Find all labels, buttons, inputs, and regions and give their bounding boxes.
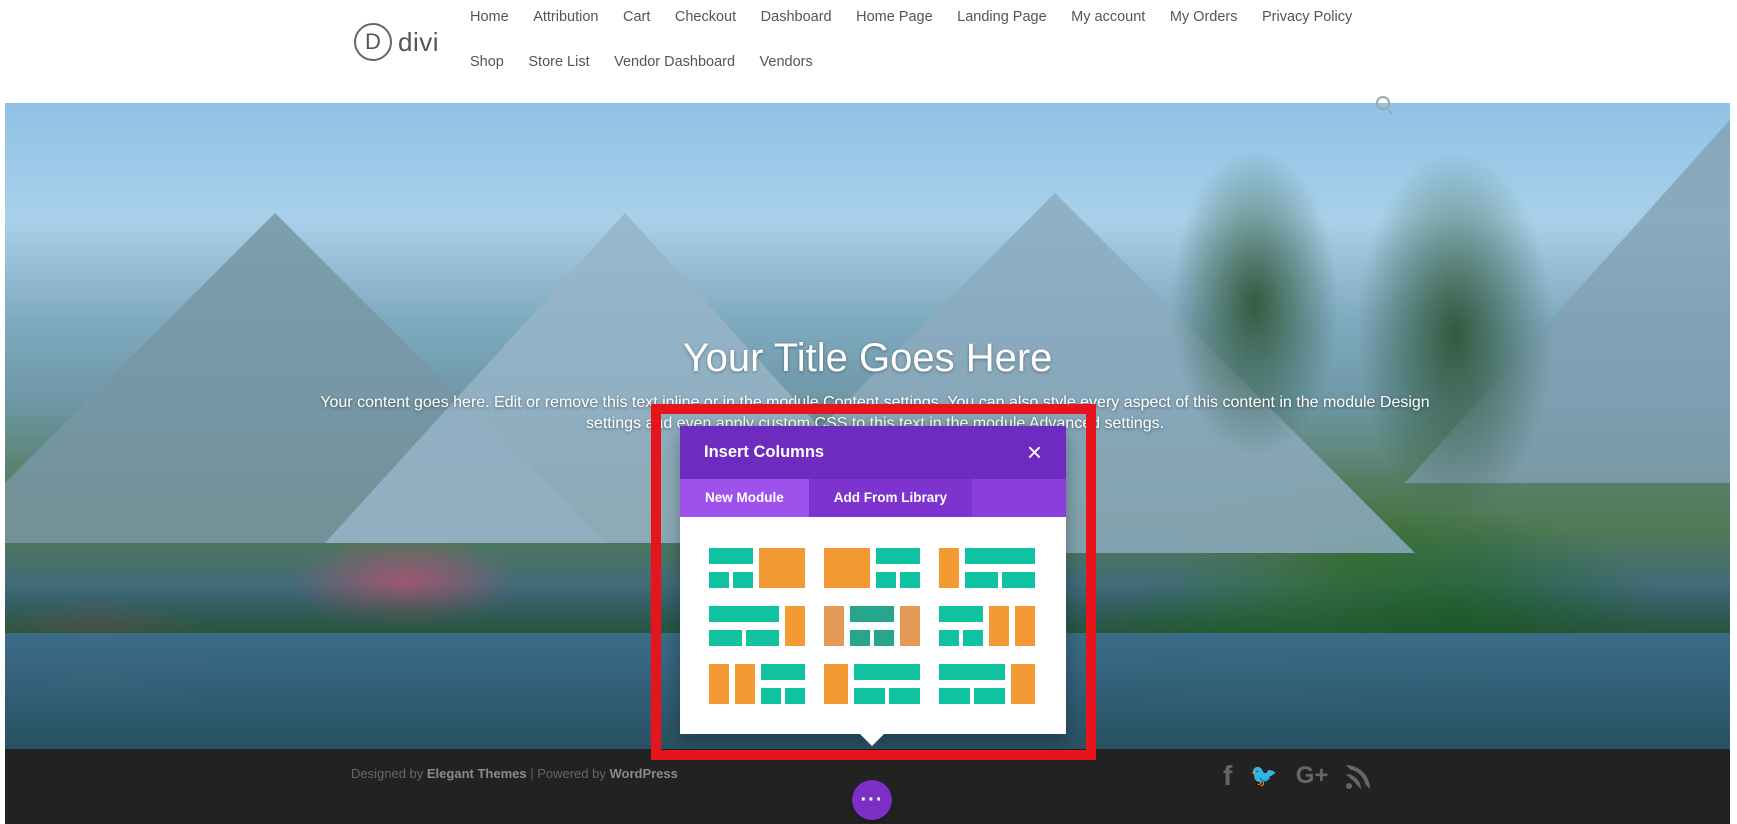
nav-row-1: Home Attribution Cart Checkout Dashboard… <box>470 7 1377 27</box>
logo-text: divi <box>398 26 440 57</box>
modal-pointer-arrow <box>860 734 884 746</box>
google-plus-icon[interactable]: G+ <box>1296 761 1329 791</box>
nav-link-my-account[interactable]: My account <box>1071 7 1145 27</box>
nav-link-home-page[interactable]: Home Page <box>856 7 933 27</box>
modal-header: Insert Columns × <box>680 426 1066 479</box>
elegant-themes-link[interactable]: Elegant Themes <box>427 766 527 781</box>
hero-background-trees <box>1105 103 1605 663</box>
nav-link-home[interactable]: Home <box>470 7 509 27</box>
insert-columns-modal: Insert Columns × New Module Add From Lib… <box>680 426 1066 734</box>
nav-link-landing-page[interactable]: Landing Page <box>957 7 1047 27</box>
close-icon[interactable]: × <box>1027 439 1042 465</box>
column-layout-option[interactable] <box>824 664 920 704</box>
column-layout-option[interactable] <box>709 664 805 704</box>
logo-mark: D <box>354 23 392 61</box>
credit-prefix: Designed by <box>351 766 427 781</box>
search-icon[interactable] <box>1376 96 1390 110</box>
column-layout-option[interactable] <box>709 548 805 588</box>
column-layout-option[interactable] <box>824 606 920 646</box>
column-layout-option[interactable] <box>939 606 1035 646</box>
nav-link-dashboard[interactable]: Dashboard <box>761 7 832 27</box>
credit-separator: | Powered by <box>526 766 610 781</box>
twitter-icon[interactable]: 🐦 <box>1250 761 1277 791</box>
nav-link-cart[interactable]: Cart <box>623 7 650 27</box>
tab-add-from-library[interactable]: Add From Library <box>808 479 973 517</box>
column-layout-option[interactable] <box>824 548 920 588</box>
modal-title: Insert Columns <box>704 443 825 461</box>
wordpress-link[interactable]: WordPress <box>609 766 677 781</box>
nav-link-store-list[interactable]: Store List <box>528 52 589 72</box>
modal-tabs: New Module Add From Library <box>680 479 1066 517</box>
column-layout-option[interactable] <box>939 664 1035 704</box>
nav-link-my-orders[interactable]: My Orders <box>1170 7 1238 27</box>
divi-logo[interactable]: D divi <box>354 23 439 61</box>
tab-new-module[interactable]: New Module <box>680 479 809 517</box>
column-layout-option[interactable] <box>939 548 1035 588</box>
nav-link-attribution[interactable]: Attribution <box>533 7 598 27</box>
column-layout-option[interactable] <box>709 606 805 646</box>
nav-link-vendor-dashboard[interactable]: Vendor Dashboard <box>614 52 735 72</box>
hero-title[interactable]: Your Title Goes Here <box>5 336 1730 381</box>
nav-link-shop[interactable]: Shop <box>470 52 504 72</box>
nav-link-privacy-policy[interactable]: Privacy Policy <box>1262 7 1352 27</box>
hero-body-line: Your content goes here. Edit or remove t… <box>320 394 1430 411</box>
footer-credit: Designed by Elegant Themes | Powered by … <box>351 766 678 781</box>
facebook-icon[interactable]: f <box>1223 761 1232 791</box>
nav-link-checkout[interactable]: Checkout <box>675 7 736 27</box>
site-header: D divi Home Attribution Cart Checkout Da… <box>0 0 1737 103</box>
more-options-button[interactable]: ··· <box>852 780 892 820</box>
nav-row-2: Shop Store List Vendor Dashboard Vendors <box>470 52 837 72</box>
nav-link-vendors[interactable]: Vendors <box>760 52 813 72</box>
social-links: f 🐦 G+ <box>1223 761 1371 791</box>
rss-icon[interactable] <box>1346 765 1371 789</box>
